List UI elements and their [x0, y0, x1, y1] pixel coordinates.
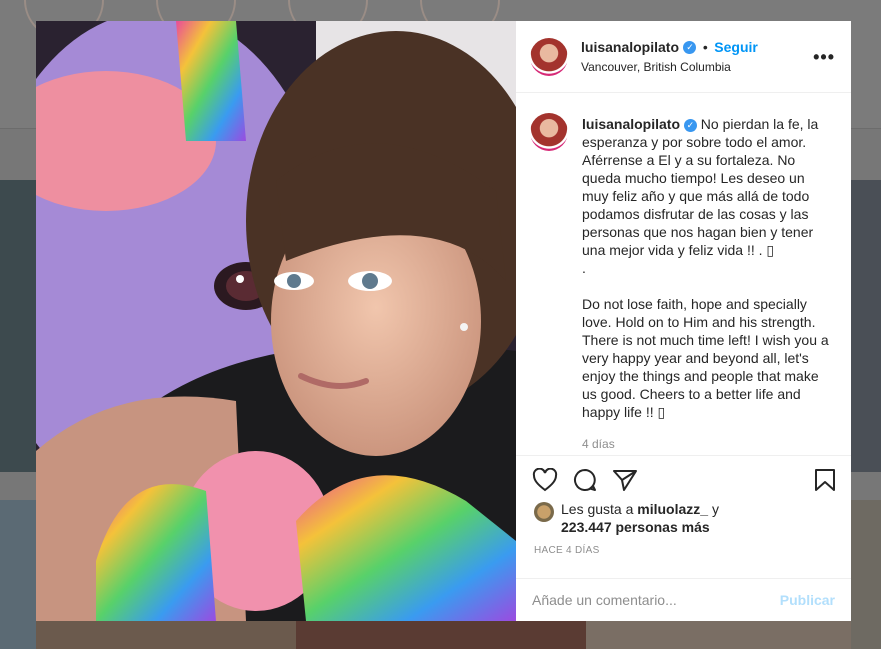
background-post-tile	[36, 621, 306, 649]
heart-icon[interactable]	[532, 468, 558, 492]
comment-icon[interactable]	[572, 468, 598, 492]
avatar[interactable]	[530, 38, 568, 76]
caption-english: Do not lose faith, hope and specially lo…	[582, 296, 829, 420]
verified-icon: ✓	[683, 118, 697, 132]
post-timestamp[interactable]: HACE 4 DÍAS	[534, 545, 600, 556]
background-post-tile	[0, 180, 36, 472]
caption-spanish: No pierdan la fe, la esperanza y por sob…	[582, 116, 819, 258]
background-post-tile	[586, 621, 851, 649]
likes-count[interactable]: 223.447 personas más	[561, 518, 719, 536]
likes-summary: Les gusta a miluolazz_ y 223.447 persona…	[534, 500, 719, 536]
comment-input[interactable]: Añade un comentario...	[532, 579, 677, 621]
follow-button[interactable]: Seguir	[714, 39, 758, 55]
verified-icon: ✓	[683, 41, 697, 55]
caption-avatar[interactable]	[530, 113, 568, 151]
location-link[interactable]: Vancouver, British Columbia	[581, 60, 731, 74]
post-side-panel: luisanalopilato ✓ • Seguir Vancouver, Br…	[516, 21, 851, 621]
likes-and: y	[711, 501, 719, 517]
background-post-tile	[296, 621, 586, 649]
caption-dot: .	[582, 260, 586, 276]
background-post-tile	[851, 500, 881, 649]
background-post-tile	[851, 180, 881, 472]
separator-dot: •	[702, 39, 708, 55]
background-post-tile	[0, 500, 36, 649]
bookmark-icon[interactable]	[814, 468, 836, 492]
username-link[interactable]: luisanalopilato	[581, 39, 679, 55]
comment-box: Añade un comentario... Publicar	[516, 578, 851, 621]
likes-prefix: Les gusta a	[561, 501, 634, 517]
post-image	[36, 21, 516, 621]
more-options-icon[interactable]: •••	[813, 47, 835, 68]
post-actions: Les gusta a miluolazz_ y 223.447 persona…	[516, 455, 851, 621]
caption-timestamp[interactable]: 4 días	[582, 437, 615, 451]
liker-avatar[interactable]	[534, 502, 554, 522]
share-icon[interactable]	[612, 468, 638, 492]
post-header: luisanalopilato ✓ • Seguir Vancouver, Br…	[516, 21, 851, 93]
post-photo[interactable]: ›	[36, 21, 516, 621]
likes-line-1: Les gusta a miluolazz_ y	[561, 500, 719, 518]
liker-username[interactable]: miluolazz_	[637, 501, 708, 517]
publish-button[interactable]: Publicar	[780, 579, 835, 621]
caption-username[interactable]: luisanalopilato	[582, 116, 680, 132]
caption-area[interactable]: luisanalopilato ✓ No pierdan la fe, la e…	[516, 93, 851, 455]
caption-text: luisanalopilato ✓ No pierdan la fe, la e…	[582, 115, 832, 421]
